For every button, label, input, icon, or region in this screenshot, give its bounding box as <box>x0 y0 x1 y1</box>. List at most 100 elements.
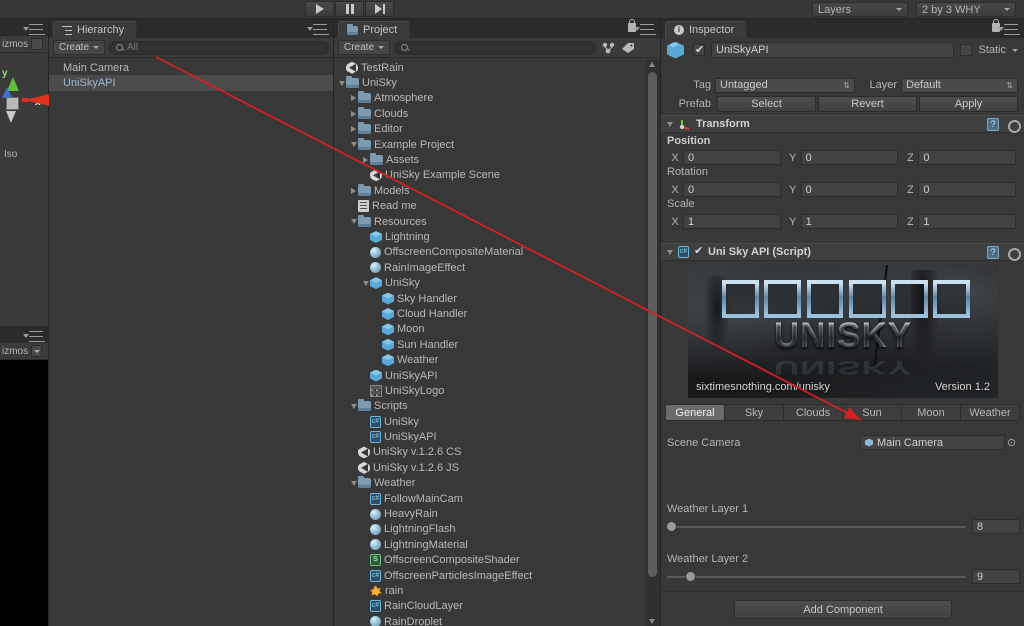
scene-camera-object-field[interactable]: Main Camera <box>860 435 1005 450</box>
script-tab-moon[interactable]: Moon <box>902 404 961 421</box>
project-item[interactable]: Weather <box>334 476 646 491</box>
script-tab-sky[interactable]: Sky <box>725 404 784 421</box>
object-enabled-checkbox[interactable] <box>693 44 705 56</box>
rotation-z-field[interactable]: 0 <box>918 182 1016 197</box>
layout-dropdown[interactable]: 2 by 3 WHY <box>916 2 1016 17</box>
project-item[interactable]: Sun Handler <box>334 337 646 352</box>
project-item[interactable]: UniSkyLogo <box>334 383 646 398</box>
tab-hierarchy[interactable]: Hierarchy <box>53 21 137 38</box>
project-item[interactable]: Cloud Handler <box>334 306 646 321</box>
tree-toggle-icon[interactable] <box>361 157 370 163</box>
hierarchy-search-input[interactable]: All <box>109 41 329 55</box>
project-item[interactable]: Scripts <box>334 399 646 414</box>
help-icon[interactable]: ? <box>987 246 999 259</box>
project-search-input[interactable] <box>394 41 596 55</box>
project-item[interactable]: Lightning <box>334 229 646 244</box>
slider-knob[interactable] <box>666 521 677 532</box>
tree-toggle-icon[interactable] <box>349 404 358 409</box>
tab-project[interactable]: Project <box>338 21 410 38</box>
rotation-y-field[interactable]: 0 <box>801 182 899 197</box>
slider-knob[interactable] <box>685 571 696 582</box>
hierarchy-item-main-camera[interactable]: Main Camera <box>49 60 333 75</box>
project-item[interactable]: Weather <box>334 352 646 367</box>
scene-gizmos-toggle[interactable] <box>31 38 43 50</box>
project-item[interactable]: TestRain <box>334 60 646 75</box>
transform-component-header[interactable]: Transform ? <box>661 115 1024 133</box>
game-view-panel[interactable]: izmos <box>0 326 49 626</box>
scroll-down-arrow-icon[interactable] <box>649 619 655 624</box>
collapse-arrow-icon[interactable] <box>665 122 674 127</box>
project-item[interactable]: SOffscreenCompositeShader <box>334 553 646 568</box>
object-name-field[interactable]: UniSkyAPI <box>711 42 954 58</box>
hierarchy-item-uniskyapi[interactable]: UniSkyAPI <box>49 75 333 90</box>
project-item[interactable]: Clouds <box>334 106 646 121</box>
project-item[interactable]: Moon <box>334 322 646 337</box>
tree-toggle-icon[interactable] <box>349 219 358 224</box>
scrollbar-thumb[interactable] <box>648 72 657 577</box>
weather-layer-1-slider[interactable] <box>667 520 966 534</box>
prefab-revert-button[interactable]: Revert <box>818 96 917 112</box>
weather-layer-2-slider[interactable] <box>667 570 966 584</box>
project-item[interactable]: UniSky <box>334 75 646 90</box>
script-tab-clouds[interactable]: Clouds <box>784 404 843 421</box>
layers-dropdown[interactable]: Layers <box>812 2 908 17</box>
object-picker-button[interactable]: ⊙ <box>1005 436 1018 449</box>
inspector-menu-icon[interactable] <box>1004 24 1020 35</box>
scale-z-field[interactable]: 1 <box>918 214 1016 229</box>
project-item[interactable]: Read me <box>334 199 646 214</box>
project-item[interactable]: c#RainCloudLayer <box>334 599 646 614</box>
scene-view-panel[interactable]: izmos y x Iso <box>0 19 49 326</box>
project-menu-icon[interactable] <box>640 24 656 35</box>
project-item[interactable]: Resources <box>334 214 646 229</box>
project-item[interactable]: RainDroplet <box>334 614 646 626</box>
project-item[interactable]: OffscreenCompositeMaterial <box>334 245 646 260</box>
project-item[interactable]: UniSkyAPI <box>334 368 646 383</box>
scene-panel-menu-icon[interactable] <box>29 24 45 35</box>
position-x-field[interactable]: 0 <box>683 150 781 165</box>
step-button[interactable] <box>365 1 394 17</box>
game-viewport[interactable] <box>0 360 48 626</box>
project-item[interactable]: LightningMaterial <box>334 537 646 552</box>
static-checkbox[interactable] <box>960 44 972 56</box>
collapse-arrow-icon[interactable] <box>665 250 674 255</box>
project-item[interactable]: LightningFlash <box>334 522 646 537</box>
game-panel-menu-icon[interactable] <box>29 331 45 342</box>
project-item[interactable]: UniSky Example Scene <box>334 168 646 183</box>
project-item[interactable]: c#UniSkyAPI <box>334 429 646 444</box>
gear-icon[interactable] <box>1006 118 1019 131</box>
position-y-field[interactable]: 0 <box>801 150 899 165</box>
prefab-apply-button[interactable]: Apply <box>919 96 1018 112</box>
tree-toggle-icon[interactable] <box>349 95 358 101</box>
script-tab-general[interactable]: General <box>665 404 725 421</box>
tree-toggle-icon[interactable] <box>349 126 358 132</box>
hierarchy-menu-icon[interactable] <box>313 24 329 35</box>
hierarchy-create-button[interactable]: Create <box>53 40 105 55</box>
hierarchy-tree[interactable]: Main CameraUniSkyAPI <box>49 60 333 626</box>
project-item[interactable]: rain <box>334 583 646 598</box>
pause-button[interactable] <box>335 1 364 17</box>
project-item[interactable]: HeavyRain <box>334 506 646 521</box>
project-item[interactable]: c#FollowMainCam <box>334 491 646 506</box>
project-tree[interactable]: TestRainUniSkyAtmosphereCloudsEditorExam… <box>334 60 646 626</box>
tab-inspector[interactable]: i Inspector <box>665 21 747 38</box>
filter-by-label-icon[interactable] <box>620 41 636 55</box>
project-item[interactable]: Example Project <box>334 137 646 152</box>
scroll-up-arrow-icon[interactable] <box>649 62 655 67</box>
project-scrollbar[interactable] <box>646 60 660 626</box>
project-item[interactable]: UniSky v.1.2.6 CS <box>334 445 646 460</box>
tree-toggle-icon[interactable] <box>361 281 370 286</box>
project-item[interactable]: RainImageEffect <box>334 260 646 275</box>
tree-toggle-icon[interactable] <box>349 111 358 117</box>
position-z-field[interactable]: 0 <box>918 150 1016 165</box>
project-item[interactable]: c#UniSky <box>334 414 646 429</box>
tree-toggle-icon[interactable] <box>349 481 358 486</box>
weather-layer-2-value-field[interactable]: 9 <box>972 569 1020 584</box>
project-item[interactable]: Assets <box>334 152 646 167</box>
script-enabled-checkbox[interactable] <box>693 246 704 258</box>
tree-toggle-icon[interactable] <box>349 142 358 147</box>
script-tab-sun[interactable]: Sun <box>843 404 902 421</box>
project-item[interactable]: UniSky v.1.2.6 JS <box>334 460 646 475</box>
add-component-button[interactable]: Add Component <box>734 600 952 619</box>
project-item[interactable]: Atmosphere <box>334 91 646 106</box>
tree-toggle-icon[interactable] <box>337 81 346 86</box>
